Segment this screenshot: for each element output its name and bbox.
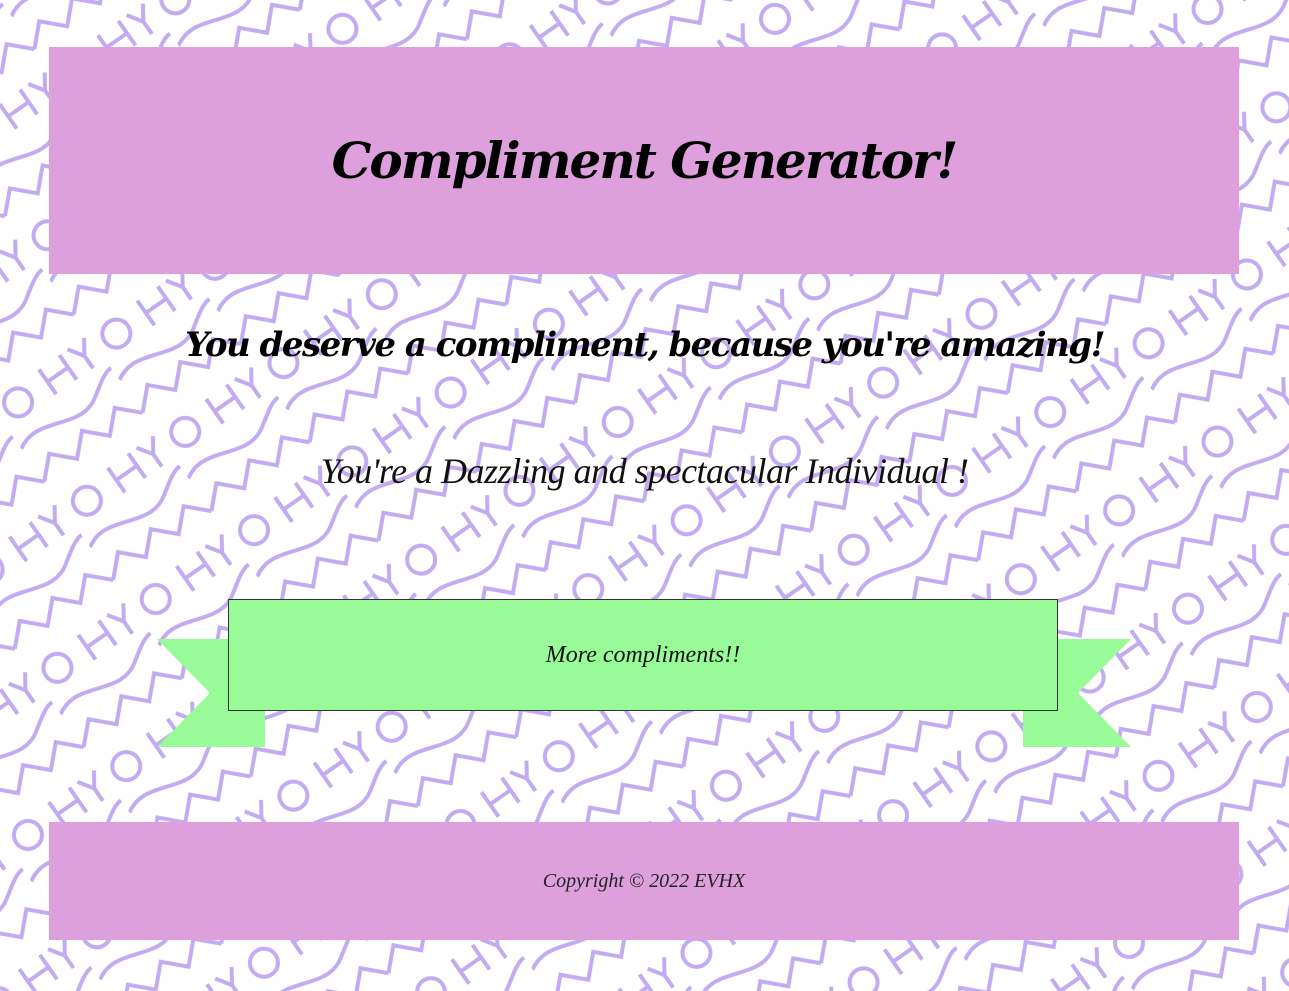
footer-banner: Copyright © 2022 EVHX [49,822,1239,940]
tagline: You deserve a compliment, because you're… [185,325,1106,365]
compliment-text: You're a Dazzling and spectacular Indivi… [320,451,969,491]
compliment-ribbon: More compliments!! [157,599,1131,747]
copyright-text: Copyright © 2022 EVHX [542,869,746,892]
more-compliments-button[interactable]: More compliments!! [228,599,1058,711]
page-title: Compliment Generator! [331,131,959,190]
header-banner: Compliment Generator! [49,47,1239,274]
